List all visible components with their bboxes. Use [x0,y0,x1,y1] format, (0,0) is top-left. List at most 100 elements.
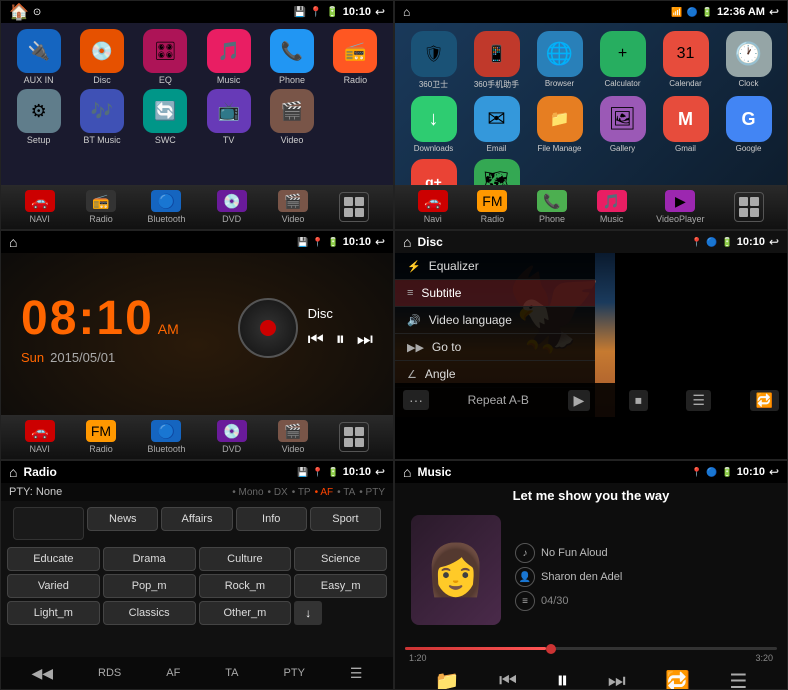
radio-btn-science[interactable]: Science [294,547,387,571]
grid-button-2[interactable] [734,192,764,222]
back-icon-1[interactable]: ↩ [375,5,385,19]
nav3-video[interactable]: 🎬 Video [278,420,308,454]
radio-btn-otherm[interactable]: Other_m [199,601,292,625]
radio-scroll-btn[interactable]: ↓ [294,601,322,625]
app-aux[interactable]: 🔌 AUX IN [9,29,68,85]
nav3-dvd-label: DVD [222,444,241,454]
menu-equalizer[interactable]: ⚡ Equalizer [395,253,595,280]
music-next-btn[interactable]: ⏭ [608,670,626,690]
app-google-label: Google [736,144,762,153]
disc-menu-btn[interactable]: ☰ [686,390,711,411]
radio-btn-rockm[interactable]: Rock_m [199,574,292,598]
nav-radio[interactable]: 📻 Radio [86,190,116,224]
radio-btn-affairs[interactable]: Affairs [161,507,232,531]
radio-btn-info[interactable]: Info [236,507,307,531]
app-setup[interactable]: ⚙ Setup [9,89,68,145]
nav-bluetooth[interactable]: 🔵 Bluetooth [147,190,185,224]
app-phone[interactable]: 📞 Phone [262,29,321,85]
app-tv[interactable]: 📺 TV [199,89,258,145]
app-360[interactable]: 📱 360手机助手 [468,31,525,90]
radio-btn-varied[interactable]: Varied [7,574,100,598]
nav3-dvd[interactable]: 💿 DVD [217,420,247,454]
nav3-bt[interactable]: 🔵 Bluetooth [147,420,185,454]
app-gmail[interactable]: M Gmail [657,96,714,153]
nav-navi[interactable]: 🚗 NAVI [25,190,55,224]
grid-button[interactable] [339,192,369,222]
menu-goto[interactable]: ▶▶ Go to [395,334,595,361]
app-eq[interactable]: 🎛 EQ [136,29,195,85]
back-icon-5[interactable]: ↩ [375,465,385,479]
nav2-music[interactable]: 🎵 Music [597,190,627,224]
radio-btn-lightm[interactable]: Light_m [7,601,100,625]
next-button[interactable]: ⏭ [357,329,373,350]
nav2-navi[interactable]: 🚗 Navi [418,190,448,224]
nav2-phone[interactable]: 📞 Phone [537,190,567,224]
nav2-vp[interactable]: ▶ VideoPlayer [656,190,704,224]
disc-stop-btn[interactable]: ⏹ [629,390,648,411]
app-calendar[interactable]: 31 Calendar [657,31,714,90]
back-icon-4[interactable]: ↩ [769,235,779,249]
progress-bar[interactable] [405,647,777,650]
settings-icon[interactable]: ☰ [350,665,363,682]
disc-more-btn[interactable]: ··· [403,390,429,410]
app-btmusic[interactable]: 🎶 BT Music [72,89,131,145]
home-icon-3[interactable]: ⌂ [9,234,17,250]
app-swc[interactable]: 🔄 SWC [136,89,195,145]
p3-bat-icon: 🔋 [328,237,339,248]
menu-subtitle[interactable]: ≡ Subtitle [395,280,595,307]
radio-btn-educate[interactable]: Educate [7,547,100,571]
app-browser[interactable]: 🌐 Browser [531,31,588,90]
nav3-radio[interactable]: FM Radio [86,420,116,454]
radio-btn-popm[interactable]: Pop_m [103,574,196,598]
app-music[interactable]: 🎵 Music [199,29,258,85]
radio-btn-sport[interactable]: Sport [310,507,381,531]
app-clock[interactable]: 🕐 Clock [720,31,777,90]
music-pause-btn[interactable]: ⏸ [556,667,568,690]
disc-repeat-btn[interactable]: 🔁 [750,390,779,411]
app-calculator[interactable]: + Calculator [594,31,651,90]
radio-btn-drama[interactable]: Drama [103,547,196,571]
app-email[interactable]: ✉ Email [468,96,525,153]
ta-button[interactable]: TA [225,667,238,679]
app-video[interactable]: 🎬 Video [262,89,321,145]
af-button[interactable]: AF [166,667,180,679]
pause-button[interactable]: ⏸ [336,329,345,350]
app-gmail-label: Gmail [675,144,696,153]
menu-videolang[interactable]: 🔊 Video language [395,307,595,334]
music-prev-btn[interactable]: ⏮ [499,670,517,690]
song-title: Let me show you the way [513,488,670,503]
rds-button[interactable]: RDS [98,667,121,679]
prev-button[interactable]: ⏮ [308,329,324,350]
back-icon-6[interactable]: ↩ [769,465,779,479]
home-icon[interactable]: 🏠 [9,2,29,22]
nav-video[interactable]: 🎬 Video [278,190,308,224]
music-repeat-btn[interactable]: 🔁 [665,669,690,690]
app-radio[interactable]: 📻 Radio [326,29,385,85]
home-icon-2[interactable]: ⌂ [403,5,410,19]
music-menu-btn[interactable]: ☰ [729,669,747,690]
home-icon-6[interactable]: ⌂ [403,464,411,480]
back-icon-2[interactable]: ↩ [769,5,779,19]
home-icon-5[interactable]: ⌂ [9,464,17,480]
nav-dvd[interactable]: 💿 DVD [217,190,247,224]
vol-down-icon[interactable]: ◀◀ [31,665,53,682]
back-icon-3[interactable]: ↩ [375,235,385,249]
app-downloads[interactable]: ↓ Downloads [405,96,462,153]
home-icon-4[interactable]: ⌂ [403,234,411,250]
radio-btn-easym[interactable]: Easy_m [294,574,387,598]
app-filemanage[interactable]: 📁 File Manage [531,96,588,153]
radio-btn-culture[interactable]: Culture [199,547,292,571]
app-google[interactable]: G Google [720,96,777,153]
folder-button[interactable]: 📁 [435,669,460,690]
nav2-radio[interactable]: FM Radio [477,190,507,224]
grid-button-3[interactable] [339,422,369,452]
app-gallery[interactable]: 🖼 Gallery [594,96,651,153]
pty-button[interactable]: PTY [284,667,305,679]
radio-btn-classics[interactable]: Classics [103,601,196,625]
disc-arrow-btn[interactable]: ▶ [568,390,591,411]
radio-btn-news[interactable]: News [87,507,158,531]
app-disc[interactable]: 💿 Disc [72,29,131,85]
nav2-radio-icon: FM [477,190,507,212]
nav3-navi[interactable]: 🚗 NAVI [25,420,55,454]
app-360w[interactable]: 🛡 360卫士 [405,31,462,90]
